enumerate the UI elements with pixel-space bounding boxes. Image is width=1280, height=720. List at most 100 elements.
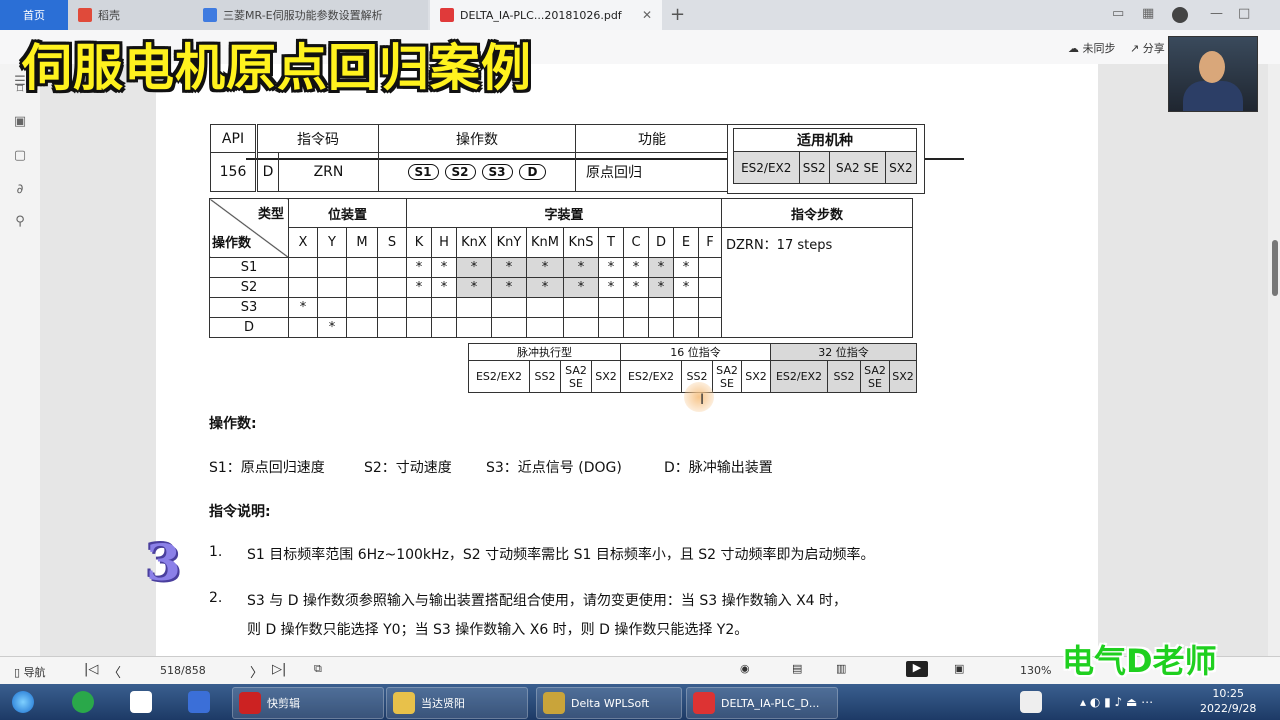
mark: * xyxy=(288,297,318,318)
col-f: F xyxy=(698,227,722,258)
next-page-icon[interactable]: 〉 xyxy=(250,662,263,681)
models-title: 适用机种 xyxy=(733,128,917,152)
op-desc-s3: S3：近点信号 (DOG) xyxy=(486,460,622,476)
mark: * xyxy=(526,277,564,298)
mark: * xyxy=(491,277,527,298)
section-operands: 操作数: xyxy=(209,416,257,432)
cursor-highlight xyxy=(684,382,714,412)
taskbar-window[interactable]: Delta WPLSoft xyxy=(536,687,682,719)
mark: * xyxy=(598,257,624,278)
window-layout-icon[interactable]: ▭ xyxy=(1112,6,1124,21)
zoom-level[interactable]: 130% xyxy=(1020,664,1051,677)
fit-page-icon[interactable]: ⧉ xyxy=(314,662,322,676)
prev-page-icon[interactable]: 〈 xyxy=(108,662,121,681)
attachment-icon[interactable]: ∂ xyxy=(12,182,28,198)
taskbar-app[interactable] xyxy=(66,687,100,717)
first-page-icon[interactable]: |◁ xyxy=(84,662,98,677)
tab-home[interactable]: 首页 xyxy=(0,0,68,30)
mark: * xyxy=(431,277,457,298)
model-cell: SS2 xyxy=(827,360,861,393)
avatar[interactable] xyxy=(1172,7,1188,23)
col-e: E xyxy=(673,227,699,258)
diagonal-header: 类型 操作数 xyxy=(209,198,289,258)
code-header: 指令码 xyxy=(255,124,379,153)
col-k: K xyxy=(406,227,432,258)
col-h: H xyxy=(431,227,457,258)
new-tab-icon[interactable]: + xyxy=(670,4,685,25)
tab-doc-2[interactable]: 三菱MR-E伺服功能参数设置解析 xyxy=(193,0,428,30)
last-page-icon[interactable]: ▷| xyxy=(272,662,286,677)
eye-icon[interactable]: ◉ xyxy=(740,662,750,675)
nav-toggle[interactable]: ▯ 导航 xyxy=(14,664,46,680)
mark: * xyxy=(526,257,564,278)
col-knm: KnM xyxy=(526,227,564,258)
tab-doc-1[interactable]: 稻壳 xyxy=(68,0,193,30)
col-t: T xyxy=(598,227,624,258)
clock[interactable]: 10:25 2022/9/28 xyxy=(1200,686,1256,716)
page-indicator[interactable]: 518/858 xyxy=(160,664,206,677)
row-label: S2 xyxy=(209,277,289,298)
video-title-overlay: 伺服电机原点回归案例 xyxy=(22,39,532,97)
api-header: API xyxy=(210,124,257,153)
scrollbar[interactable] xyxy=(1268,64,1280,656)
start-button[interactable] xyxy=(6,687,40,717)
mark: * xyxy=(456,257,492,278)
nav-label: 导航 xyxy=(23,666,46,679)
operand-label: 操作数 xyxy=(212,236,252,251)
mark: * xyxy=(648,257,674,278)
wplsoft-icon xyxy=(543,692,565,714)
mark: * xyxy=(406,277,432,298)
taskbar-window[interactable]: 快剪辑 xyxy=(232,687,384,719)
fullscreen-icon[interactable]: ▣ xyxy=(954,662,964,675)
model-cell: SA2 SE xyxy=(860,360,890,393)
share-button[interactable]: ↗ 分享 xyxy=(1130,40,1165,56)
model-cell: SA2 SE xyxy=(712,360,742,393)
type-label: 类型 xyxy=(257,207,284,222)
taskbar-window[interactable]: DELTA_IA-PLC_D... xyxy=(686,687,838,719)
word-device-header: 字装置 xyxy=(406,198,722,228)
desc-line-1: S1 目标频率范围 6Hz~100kHz，S2 寸动频率需比 S1 目标频率小，… xyxy=(247,547,875,563)
operand-d: D xyxy=(518,164,547,180)
grid-icon[interactable]: ▦ xyxy=(1142,6,1154,21)
minimize-icon[interactable]: — xyxy=(1210,6,1223,21)
model-item: SA2 SE xyxy=(828,151,886,184)
model-cell: SX2 xyxy=(889,360,917,393)
thumbnail-icon[interactable]: ▣ xyxy=(12,114,28,130)
scrollbar-thumb[interactable] xyxy=(1272,240,1278,296)
bit-device-header: 位装置 xyxy=(288,198,407,228)
mark: * xyxy=(317,317,347,338)
stamp-icon[interactable]: ⚲ xyxy=(12,214,28,230)
maximize-icon[interactable]: □ xyxy=(1238,6,1250,21)
taskbar-window[interactable]: 当达贤阳 xyxy=(386,687,528,719)
mark: * xyxy=(491,257,527,278)
tab-doc-pdf[interactable]: DELTA_IA-PLC...20181026.pdf ✕ xyxy=(430,0,662,30)
model-cell: SS2 xyxy=(529,360,561,393)
close-icon[interactable]: ✕ xyxy=(642,8,652,22)
mark: * xyxy=(623,257,649,278)
pdf-icon xyxy=(440,8,454,22)
model-cell: ES2/EX2 xyxy=(770,360,828,393)
comment-icon[interactable]: ▢ xyxy=(12,148,28,164)
taskbar-label: 当达贤阳 xyxy=(421,697,465,710)
bit16-header: 16 位指令 xyxy=(620,343,771,361)
pen-tray-icon[interactable] xyxy=(1014,687,1048,717)
tab-label: 稻壳 xyxy=(98,9,120,22)
col-s: S xyxy=(377,227,407,258)
col-d: D xyxy=(648,227,674,258)
model-cell: ES2/EX2 xyxy=(620,360,682,393)
tab-bar: 首页 稻壳 三菱MR-E伺服功能参数设置解析 DELTA_IA-PLC...20… xyxy=(0,0,1280,30)
col-x: X xyxy=(288,227,318,258)
play-icon[interactable]: ▶ xyxy=(906,661,928,677)
taskbar-app[interactable] xyxy=(182,687,216,717)
single-page-icon[interactable]: ▤ xyxy=(792,662,802,675)
taskbar: 快剪辑 当达贤阳 Delta WPLSoft DELTA_IA-PLC_D...… xyxy=(0,684,1280,720)
taskbar-app[interactable] xyxy=(124,687,158,717)
tab-home-label: 首页 xyxy=(23,9,45,22)
tray-icons[interactable]: ▴ ◐ ▮ ♪ ⏏ ⋯ xyxy=(1080,687,1153,717)
model-cell: SX2 xyxy=(591,360,621,393)
code-value: ZRN xyxy=(278,152,379,192)
operand-s2: S2 xyxy=(444,164,476,180)
mark: * xyxy=(598,277,624,298)
sync-status[interactable]: ☁ 未同步 xyxy=(1068,40,1116,56)
double-page-icon[interactable]: ▥ xyxy=(836,662,846,675)
